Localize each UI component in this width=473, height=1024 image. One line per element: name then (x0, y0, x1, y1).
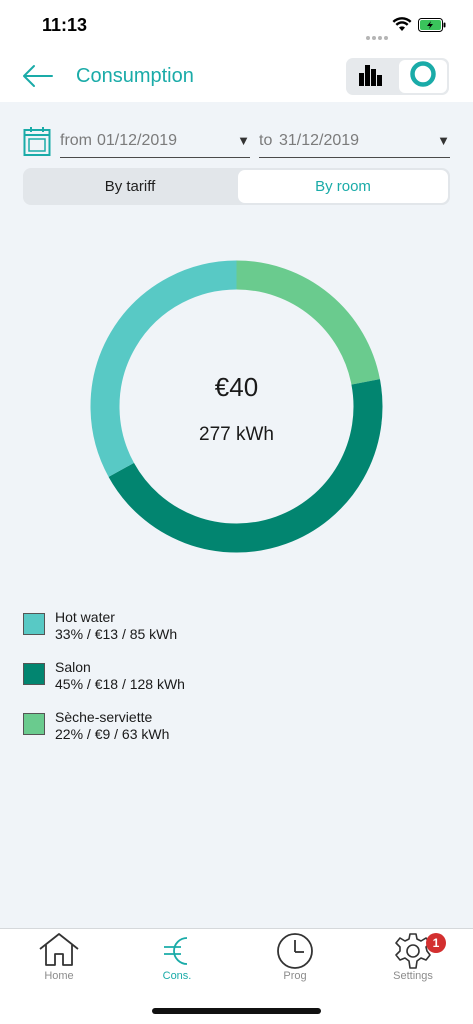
caret-down-icon: ▼ (237, 133, 250, 148)
nav-consumption-label: Cons. (162, 970, 192, 982)
nav-settings-label: Settings (393, 970, 433, 982)
to-date-select[interactable]: to 31/12/2019 ▼ (259, 122, 450, 158)
legend-name: Salon (55, 659, 91, 675)
bar-chart-icon (357, 61, 387, 92)
legend-name: Sèche-serviette (55, 709, 153, 725)
donut-slice-salon (108, 379, 383, 553)
from-date-value: 01/12/2019 (97, 132, 178, 149)
total-energy: 277 kWh (199, 424, 274, 445)
nav-settings[interactable]: 1 Settings (354, 929, 472, 989)
by-room-button[interactable]: By room (238, 170, 448, 203)
legend-swatch (23, 713, 45, 735)
consumption-donut-chart (90, 260, 383, 553)
home-icon (0, 932, 118, 968)
from-label: from (60, 132, 92, 149)
clock-icon (236, 932, 354, 970)
nav-consumption[interactable]: Cons. (118, 929, 236, 989)
chart-legend: Hot water 33% / €13 / 85 kWh Salon 45% /… (22, 608, 442, 758)
bar-view-button[interactable] (348, 60, 396, 93)
nav-prog[interactable]: Prog (236, 929, 354, 989)
total-cost: €40 (214, 372, 259, 402)
header: Consumption (0, 50, 473, 102)
legend-swatch (23, 663, 45, 685)
status-time: 11:13 (42, 15, 88, 35)
chart-view-toggle (346, 58, 449, 95)
page-title: Consumption (76, 65, 194, 87)
legend-detail: 22% / €9 / 63 kWh (55, 726, 170, 742)
legend-item: Hot water 33% / €13 / 85 kWh (22, 608, 442, 658)
date-range: from 01/12/2019 ▼ to 31/12/2019 ▼ (0, 122, 473, 162)
by-tariff-button[interactable]: By tariff (25, 170, 235, 203)
legend-item: Sèche-serviette 22% / €9 / 63 kWh (22, 708, 442, 758)
to-label: to (259, 132, 273, 149)
legend-detail: 33% / €13 / 85 kWh (55, 626, 178, 642)
nav-prog-label: Prog (283, 970, 307, 982)
legend-name: Hot water (55, 609, 115, 625)
donut-view-button[interactable] (399, 60, 447, 93)
caret-down-icon: ▼ (437, 133, 450, 148)
to-date-value: 31/12/2019 (279, 132, 360, 149)
nav-home[interactable]: Home (0, 929, 118, 989)
wifi-icon (392, 17, 412, 37)
battery-charging-icon (418, 18, 446, 37)
euro-icon (118, 932, 236, 970)
from-date-select[interactable]: from 01/12/2019 ▼ (60, 122, 250, 158)
home-indicator (152, 1008, 321, 1014)
legend-detail: 45% / €18 / 128 kWh (55, 676, 185, 692)
legend-swatch (23, 613, 45, 635)
notification-badge: 1 (426, 933, 446, 953)
grouping-segmented-control: By tariff By room (23, 168, 450, 205)
arrow-left-icon[interactable] (22, 63, 54, 94)
gear-icon (354, 932, 472, 970)
calendar-icon (23, 125, 51, 162)
nav-home-label: Home (44, 970, 74, 982)
signal-dots-icon (366, 27, 390, 45)
donut-slice-s-che-serviette (236, 260, 380, 385)
legend-item: Salon 45% / €18 / 128 kWh (22, 658, 442, 708)
donut-chart-icon (409, 60, 437, 93)
status-bar: 11:13 (0, 0, 473, 50)
donut-svg (90, 260, 383, 553)
